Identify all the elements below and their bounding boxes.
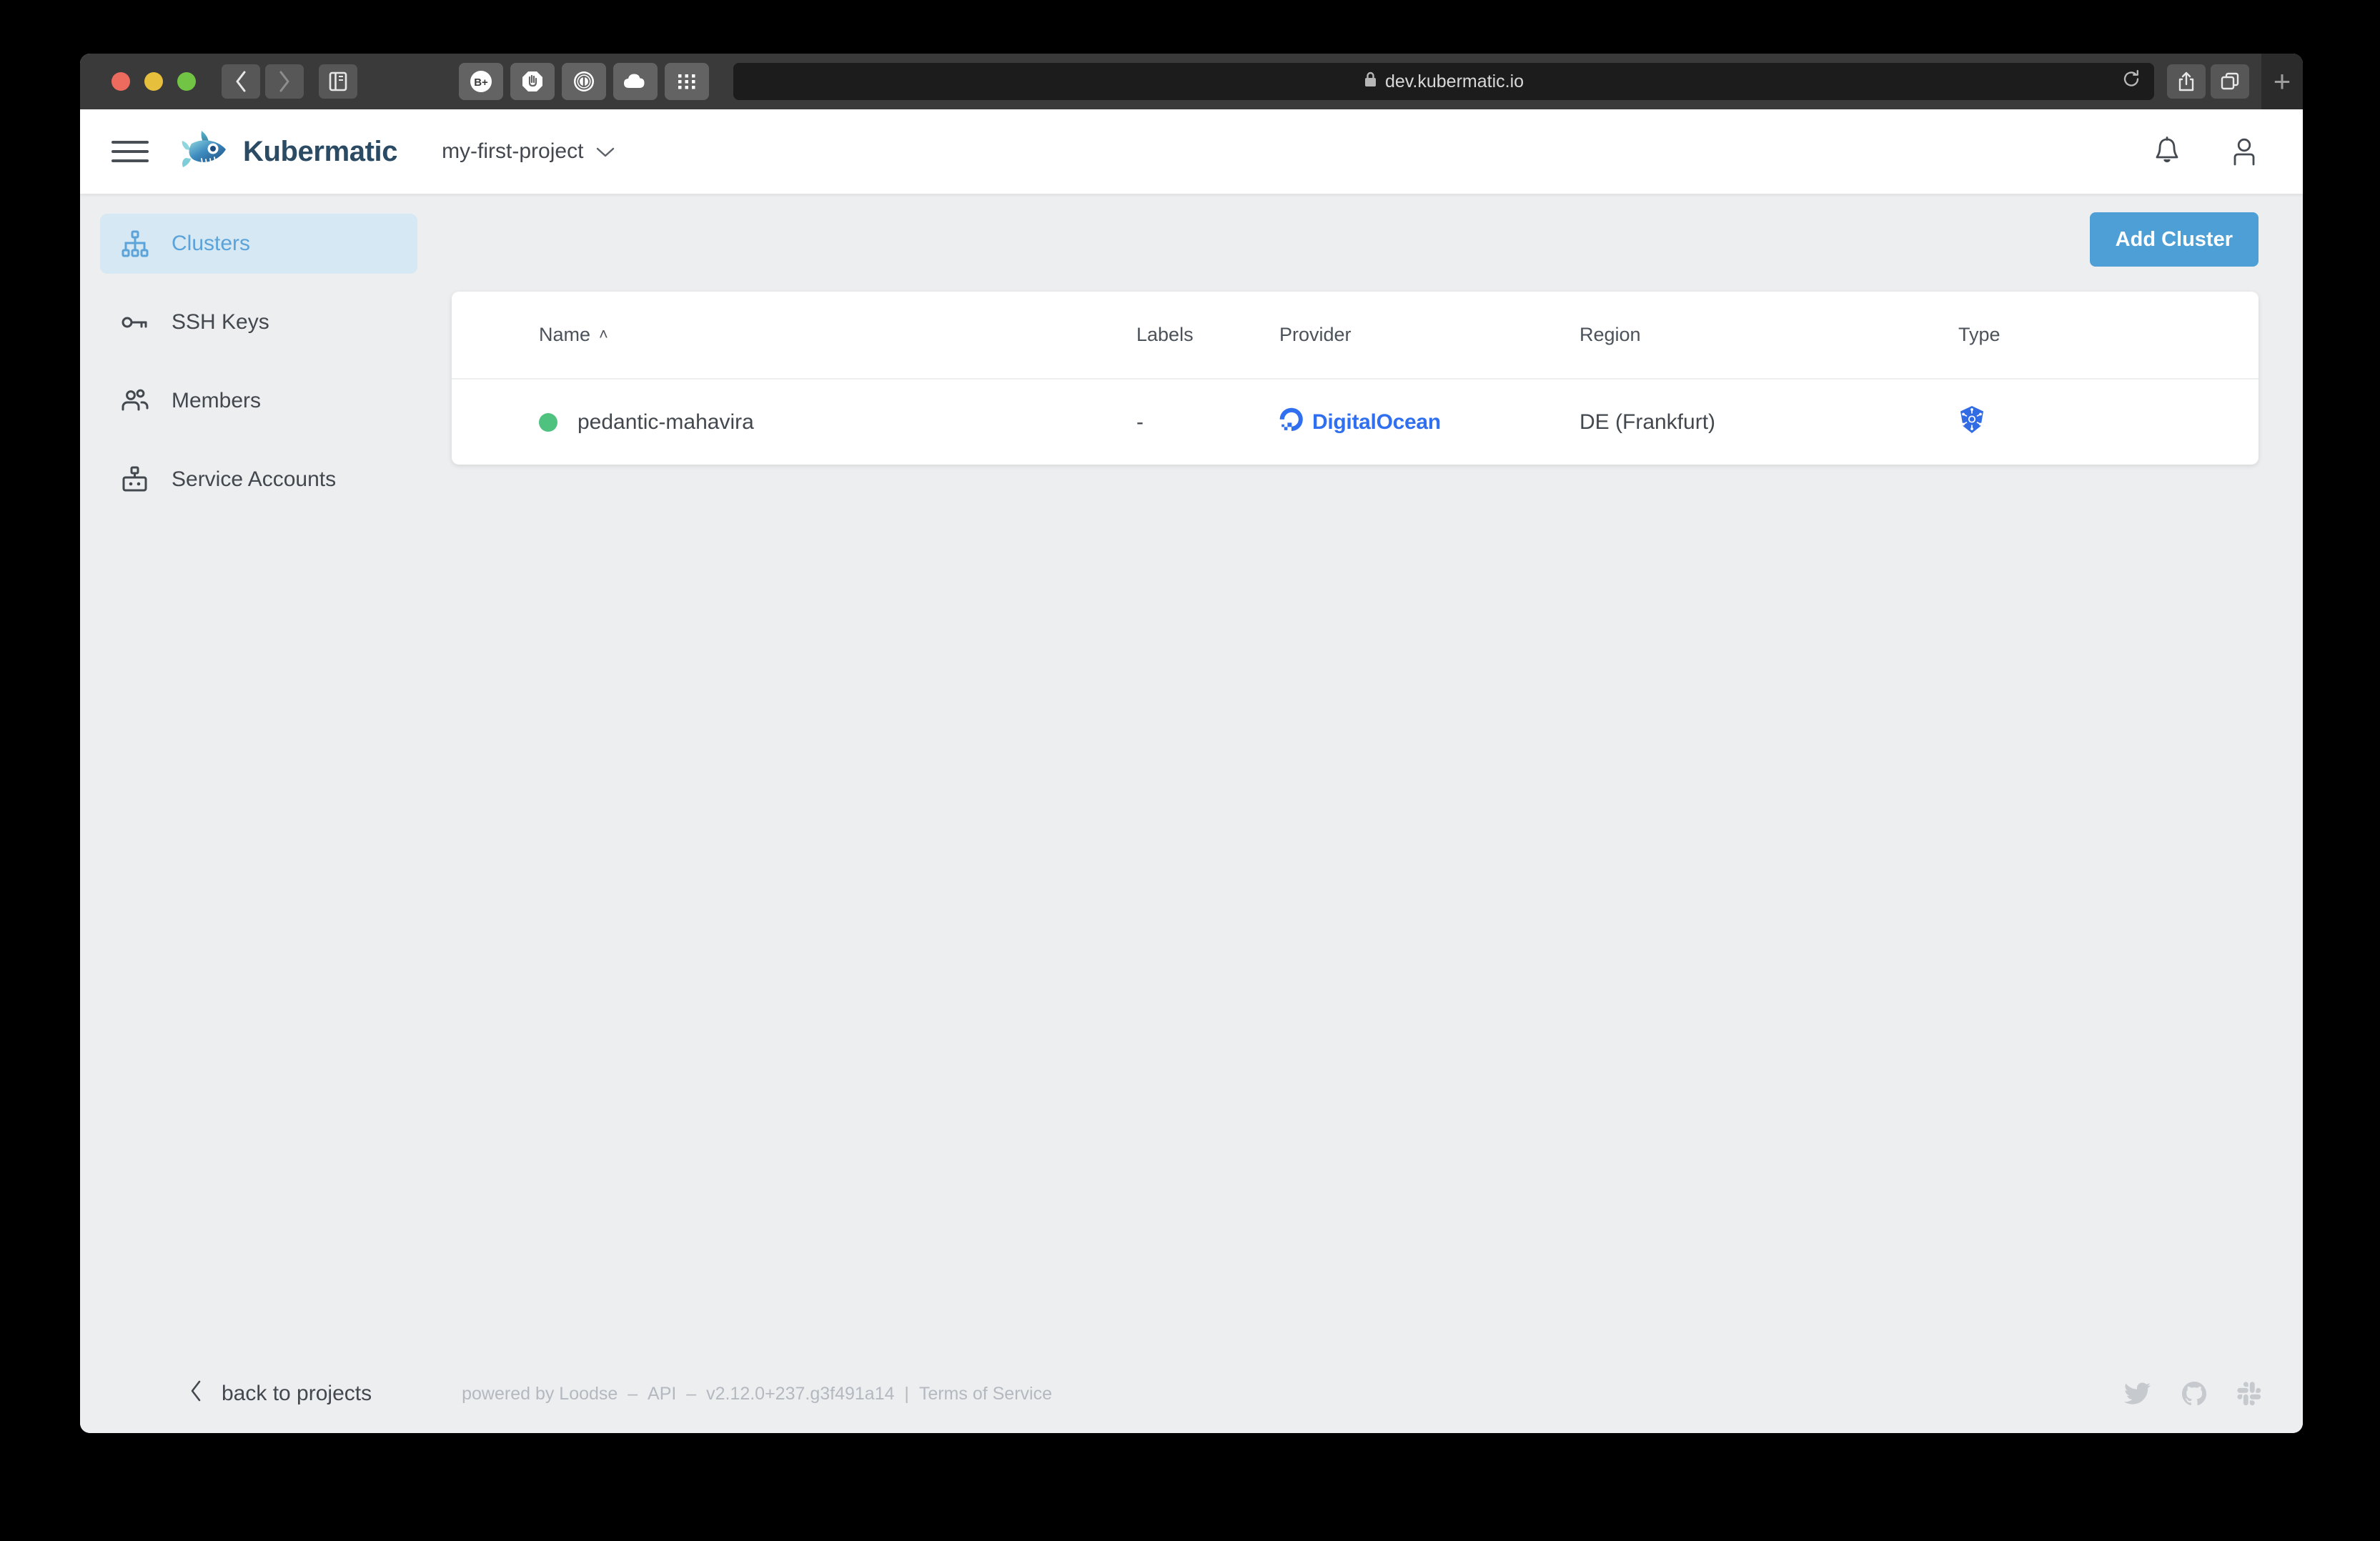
cell-name: pedantic-mahavira	[452, 379, 1136, 465]
maximize-window-button[interactable]	[177, 72, 196, 91]
table-header-row: Name ˄ Labels Provider Region Type	[452, 292, 2258, 379]
brand-name: Kubermatic	[243, 136, 397, 168]
cell-region: DE (Frankfurt)	[1580, 379, 1958, 465]
powered-by-label: powered by Loodse	[462, 1384, 618, 1404]
adblock-hand-icon[interactable]	[510, 63, 555, 100]
api-link[interactable]: API	[648, 1384, 676, 1404]
browser-right-controls: +	[2167, 54, 2287, 109]
column-header-labels[interactable]: Labels	[1136, 292, 1279, 379]
back-chevron-icon	[189, 1379, 203, 1408]
reload-icon[interactable]	[2121, 69, 2141, 94]
twitter-icon[interactable]	[2124, 1382, 2151, 1405]
close-window-button[interactable]	[111, 72, 130, 91]
slack-icon[interactable]	[2237, 1382, 2261, 1406]
robot-icon	[120, 465, 150, 495]
sidebar-item-label: Clusters	[172, 232, 250, 256]
bell-icon[interactable]	[2144, 129, 2190, 174]
column-header-region[interactable]: Region	[1580, 292, 1958, 379]
browser-toolbar: B+	[80, 54, 2303, 109]
page-viewport: Kubermatic my-first-project	[80, 109, 2303, 1433]
cell-type	[1958, 379, 2258, 465]
browser-nav-group	[222, 64, 357, 99]
table-head: Name ˄ Labels Provider Region Type	[452, 292, 2258, 379]
url-text: dev.kubermatic.io	[1385, 71, 1524, 92]
sidebar-item-members[interactable]: Members	[100, 371, 417, 431]
sidebar-item-label: Service Accounts	[172, 467, 336, 492]
column-header-type[interactable]: Type	[1958, 292, 2258, 379]
onepassword-icon[interactable]	[562, 63, 606, 100]
hamburger-menu-icon[interactable]	[111, 141, 149, 162]
sort-ascending-icon: ˄	[599, 325, 608, 344]
table-row[interactable]: pedantic-mahavira -	[452, 379, 2258, 465]
bplus-extension-icon[interactable]: B+	[459, 63, 503, 100]
meta-separator-2: –	[686, 1384, 696, 1404]
sidebar: Clusters SSH Keys	[80, 194, 437, 1354]
cell-labels: -	[1136, 379, 1279, 465]
clusters-table: Name ˄ Labels Provider Region Type	[452, 292, 2258, 465]
project-name: my-first-project	[442, 139, 583, 164]
share-icon[interactable]	[2167, 64, 2206, 99]
clusters-hierarchy-icon	[120, 229, 150, 259]
chevron-down-icon	[596, 139, 615, 164]
kubermatic-fish-logo	[180, 128, 232, 176]
page-footer: back to projects powered by Loodse – API…	[80, 1354, 2303, 1433]
footer-meta: powered by Loodse – API – v2.12.0+237.g3…	[462, 1384, 1052, 1404]
terms-of-service-link[interactable]: Terms of Service	[919, 1384, 1052, 1404]
svg-text:B+: B+	[474, 76, 488, 89]
app-header: Kubermatic my-first-project	[80, 109, 2303, 194]
social-links	[2124, 1381, 2261, 1407]
main-content: Add Cluster Name ˄ Labels Provider Region	[437, 194, 2303, 1354]
back-to-projects-link[interactable]: back to projects	[189, 1379, 372, 1408]
project-selector[interactable]: my-first-project	[442, 139, 615, 164]
new-tab-button[interactable]: +	[2261, 54, 2303, 109]
provider-name: DigitalOcean	[1312, 410, 1441, 435]
user-account-icon[interactable]	[2221, 129, 2267, 174]
address-bar[interactable]: dev.kubermatic.io	[733, 63, 2154, 100]
app-grid-icon[interactable]	[665, 63, 709, 100]
lock-icon	[1364, 71, 1377, 93]
sidebar-toggle-button[interactable]	[319, 64, 357, 99]
sidebar-item-ssh-keys[interactable]: SSH Keys	[100, 292, 417, 352]
clusters-card: Name ˄ Labels Provider Region Type	[452, 292, 2258, 465]
github-icon[interactable]	[2181, 1381, 2207, 1407]
people-icon	[120, 386, 150, 416]
sidebar-item-clusters[interactable]: Clusters	[100, 214, 417, 274]
cluster-name: pedantic-mahavira	[577, 410, 754, 435]
sidebar-item-service-accounts[interactable]: Service Accounts	[100, 450, 417, 510]
new-tab-label: +	[2274, 64, 2291, 99]
sidebar-item-label: SSH Keys	[172, 310, 269, 335]
digitalocean-logo	[1279, 407, 1304, 437]
content-toolbar: Add Cluster	[452, 212, 2258, 278]
table-body: pedantic-mahavira -	[452, 379, 2258, 465]
cell-provider: DigitalOcean	[1279, 379, 1580, 465]
show-tabs-icon[interactable]	[2211, 64, 2249, 99]
add-cluster-button[interactable]: Add Cluster	[2090, 212, 2258, 267]
column-header-provider[interactable]: Provider	[1279, 292, 1580, 379]
page-body: Clusters SSH Keys	[80, 194, 2303, 1354]
version-label: v2.12.0+237.g3f491a14	[706, 1384, 894, 1404]
window-traffic-lights	[111, 72, 196, 91]
browser-extensions: B+	[459, 63, 716, 100]
brand: Kubermatic	[180, 128, 397, 176]
minimize-window-button[interactable]	[144, 72, 163, 91]
browser-window: B+	[80, 54, 2303, 1433]
column-header-name[interactable]: Name ˄	[452, 292, 1136, 379]
meta-separator-1: –	[628, 1384, 638, 1404]
back-to-projects-label: back to projects	[222, 1382, 372, 1406]
forward-button[interactable]	[265, 64, 304, 99]
key-icon	[120, 307, 150, 337]
sidebar-item-label: Members	[172, 389, 261, 413]
status-indicator-dot	[539, 413, 557, 432]
kubernetes-logo	[1958, 415, 1985, 439]
column-label: Name	[539, 324, 590, 345]
back-button[interactable]	[222, 64, 260, 99]
cloud-icon[interactable]	[613, 63, 658, 100]
